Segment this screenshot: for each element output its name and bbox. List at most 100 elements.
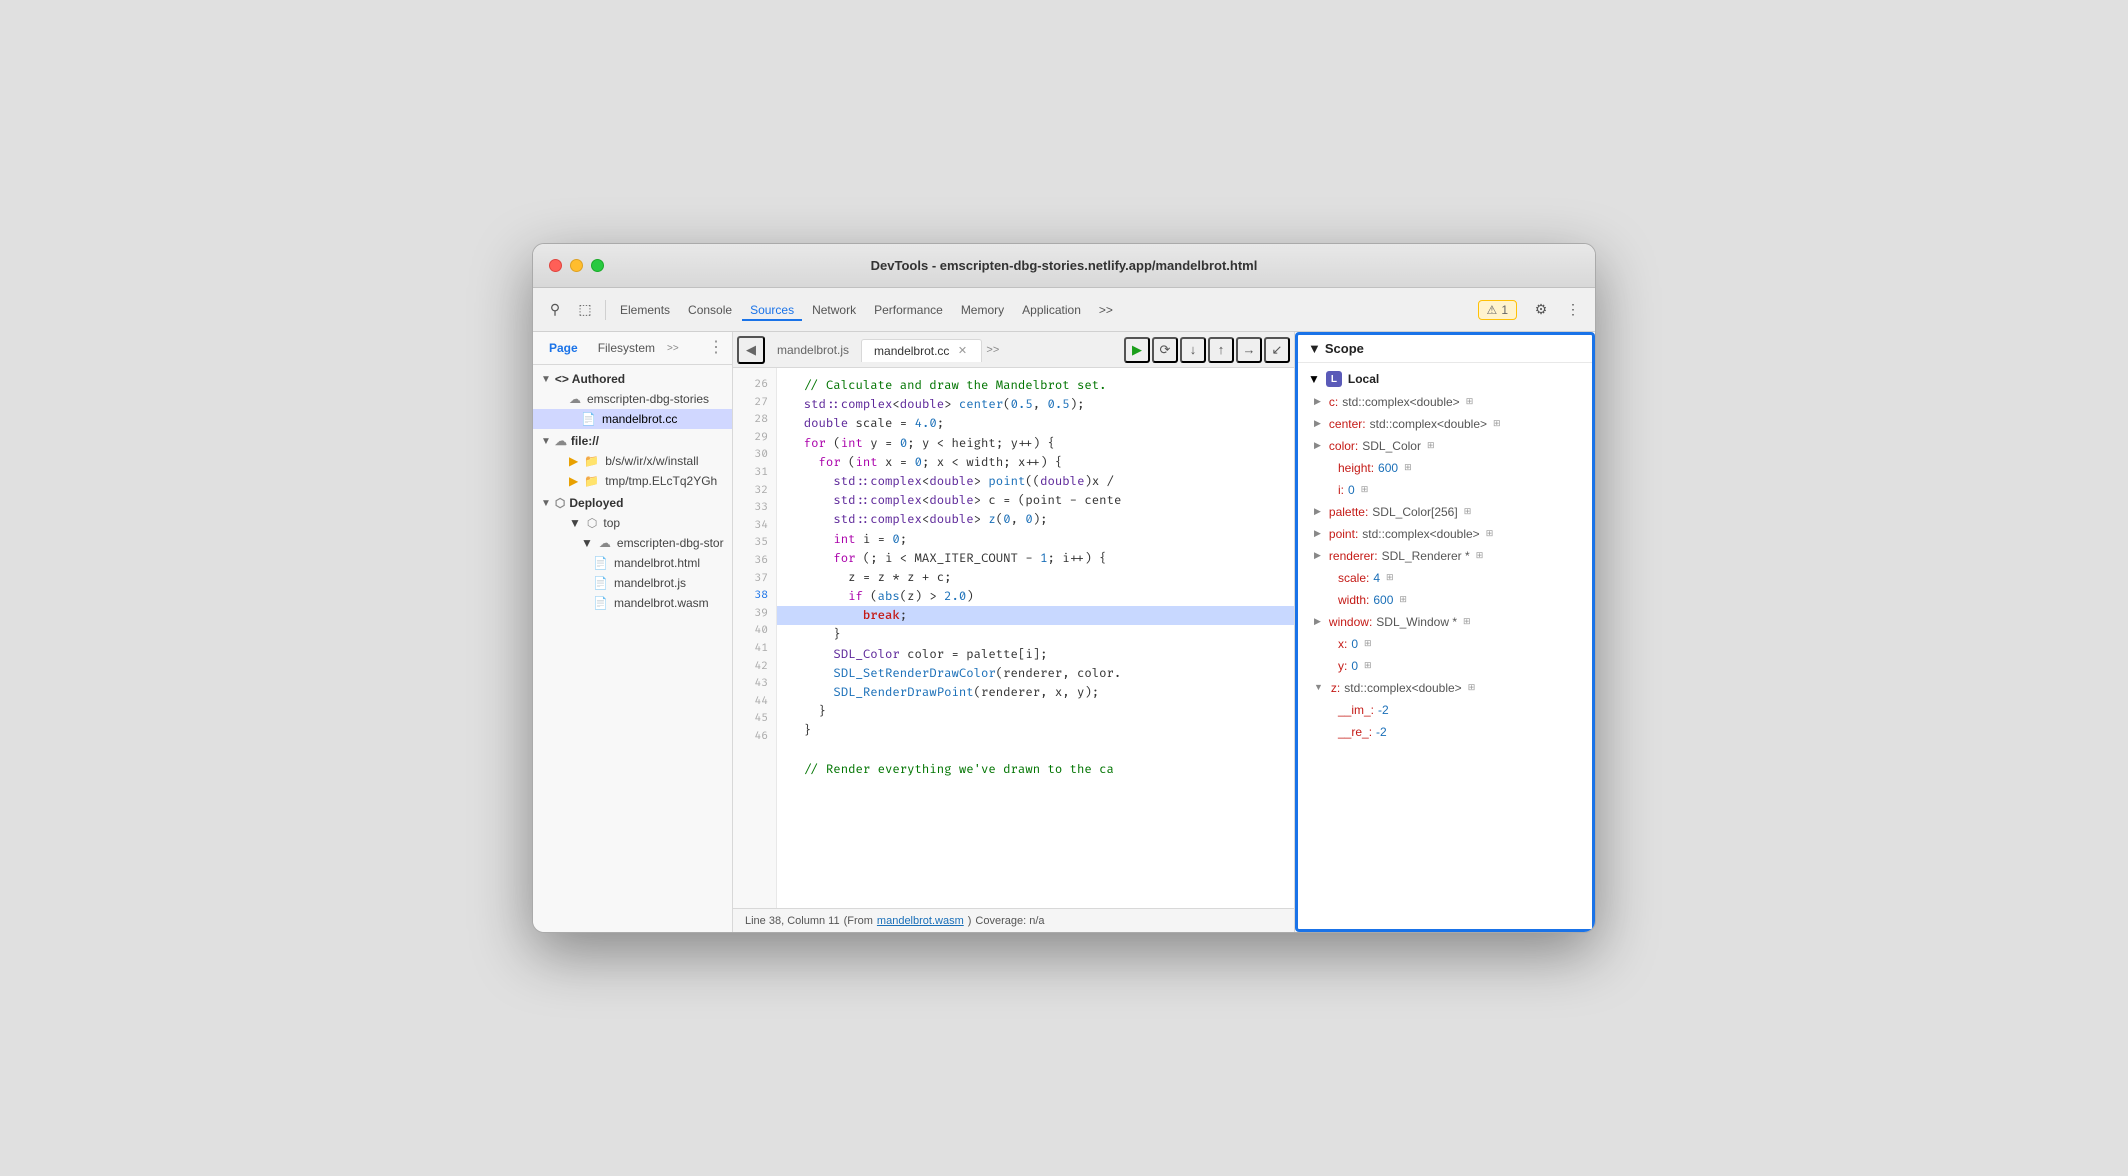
status-file[interactable]: mandelbrot.wasm <box>877 915 964 927</box>
performance-tab[interactable]: Performance <box>866 299 951 321</box>
step-over-btn[interactable]: ⟳ <box>1152 337 1178 363</box>
code-tab-js[interactable]: mandelbrot.js <box>765 339 861 361</box>
ln-46[interactable]: 46 <box>733 728 776 746</box>
scope-item-window[interactable]: ▶ window: SDL_Window * ⊞ <box>1298 611 1592 633</box>
scope-subitem-re[interactable]: __re_: -2 <box>1298 721 1592 743</box>
sidebar-tab-filesystem[interactable]: Filesystem <box>590 338 663 358</box>
ln-40[interactable]: 40 <box>733 622 776 640</box>
resume-btn[interactable]: ▶ <box>1124 337 1150 363</box>
scope-item-c[interactable]: ▶ c: std::complex<double> ⊞ <box>1298 391 1592 413</box>
scope-item-center[interactable]: ▶ center: std::complex<double> ⊞ <box>1298 413 1592 435</box>
tree-item-install[interactable]: ▶ 📁 b/s/w/ir/x/w/install <box>533 451 732 471</box>
ln-31[interactable]: 31 <box>733 464 776 482</box>
scope-item-color[interactable]: ▶ color: SDL_Color ⊞ <box>1298 435 1592 457</box>
code-line-32[interactable]: std::complex<double> c = (point - cente <box>777 491 1294 510</box>
scope-item-i[interactable]: i: 0 ⊞ <box>1298 479 1592 501</box>
code-line-42[interactable]: SDL_RenderDrawPoint(renderer, x, y); <box>777 683 1294 702</box>
deployed-header[interactable]: ▼ ⬡ Deployed <box>533 493 732 513</box>
ln-29[interactable]: 29 <box>733 429 776 447</box>
network-tab[interactable]: Network <box>804 299 864 321</box>
sources-tab[interactable]: Sources <box>742 299 802 321</box>
ln-33[interactable]: 33 <box>733 499 776 517</box>
tree-item-emscripten-deployed[interactable]: ▼ ☁ emscripten-dbg-stor <box>533 533 732 553</box>
code-line-26[interactable]: // Calculate and draw the Mandelbrot set… <box>777 376 1294 395</box>
code-line-28[interactable]: double scale = 4.0; <box>777 414 1294 433</box>
minimize-button[interactable] <box>570 259 583 272</box>
scope-item-y[interactable]: y: 0 ⊞ <box>1298 655 1592 677</box>
more-panels-btn[interactable]: >> <box>1091 299 1121 321</box>
memory-tab[interactable]: Memory <box>953 299 1012 321</box>
settings-btn[interactable]: ⚙ <box>1527 296 1555 324</box>
scope-item-point[interactable]: ▶ point: std::complex<double> ⊞ <box>1298 523 1592 545</box>
code-line-34[interactable]: int i = 0; <box>777 530 1294 549</box>
code-line-35[interactable]: for (; i < MAX_ITER_COUNT - 1; i++) { <box>777 549 1294 568</box>
code-line-40[interactable]: SDL_Color color = palette[i]; <box>777 645 1294 664</box>
code-line-29[interactable]: for (int y = 0; y < height; y++) { <box>777 434 1294 453</box>
authored-header[interactable]: ▼ <> Authored <box>533 369 732 389</box>
code-line-38[interactable]: break; <box>777 606 1294 625</box>
tree-item-mandelbrot-cc[interactable]: 📄 mandelbrot.cc <box>533 409 732 429</box>
ln-30[interactable]: 30 <box>733 446 776 464</box>
code-line-41[interactable]: SDL_SetRenderDrawColor(renderer, color. <box>777 664 1294 683</box>
ln-27[interactable]: 27 <box>733 394 776 412</box>
code-line-39[interactable]: } <box>777 625 1294 644</box>
scope-item-renderer[interactable]: ▶ renderer: SDL_Renderer * ⊞ <box>1298 545 1592 567</box>
elements-tab[interactable]: Elements <box>612 299 678 321</box>
code-tab-cc[interactable]: mandelbrot.cc ✕ <box>861 339 982 362</box>
ln-42[interactable]: 42 <box>733 658 776 676</box>
code-line-33[interactable]: std::complex<double> z(0, 0); <box>777 510 1294 529</box>
scope-item-scale[interactable]: scale: 4 ⊞ <box>1298 567 1592 589</box>
ln-44[interactable]: 44 <box>733 693 776 711</box>
ln-38[interactable]: 38 <box>733 587 776 605</box>
ln-35[interactable]: 35 <box>733 534 776 552</box>
ln-28[interactable]: 28 <box>733 411 776 429</box>
step-out-btn[interactable]: ↑ <box>1208 337 1234 363</box>
tree-item-top[interactable]: ▼ ⬡ top <box>533 513 732 533</box>
sidebar-tab-page[interactable]: Page <box>541 338 586 358</box>
ln-34[interactable]: 34 <box>733 517 776 535</box>
code-line-46[interactable]: // Render everything we've drawn to the … <box>777 760 1294 779</box>
console-tab[interactable]: Console <box>680 299 740 321</box>
scope-local-header[interactable]: ▼ L Local <box>1298 367 1592 391</box>
ln-39[interactable]: 39 <box>733 605 776 623</box>
device-icon-btn[interactable]: ⬚ <box>571 296 599 324</box>
scope-subitem-im[interactable]: __im_: -2 <box>1298 699 1592 721</box>
tree-item-mandelbrot-html[interactable]: 📄 mandelbrot.html <box>533 553 732 573</box>
code-tab-more[interactable]: >> <box>986 344 999 356</box>
tree-item-mandelbrot-js[interactable]: 📄 mandelbrot.js <box>533 573 732 593</box>
code-line-31[interactable]: std::complex<double> point((double)x / <box>777 472 1294 491</box>
code-line-43[interactable]: } <box>777 702 1294 721</box>
more-menu-btn[interactable]: ⋮ <box>1559 296 1587 324</box>
ln-37[interactable]: 37 <box>733 570 776 588</box>
ln-36[interactable]: 36 <box>733 552 776 570</box>
code-line-30[interactable]: for (int x = 0; x < width; x++) { <box>777 453 1294 472</box>
application-tab[interactable]: Application <box>1014 299 1089 321</box>
scope-item-z[interactable]: ▼ z: std::complex<double> ⊞ <box>1298 677 1592 699</box>
scope-item-palette[interactable]: ▶ palette: SDL_Color[256] ⊞ <box>1298 501 1592 523</box>
close-button[interactable] <box>549 259 562 272</box>
sidebar-tab-more[interactable]: >> <box>667 343 679 354</box>
step-into-btn[interactable]: ↓ <box>1180 337 1206 363</box>
code-line-36[interactable]: z = z * z + c; <box>777 568 1294 587</box>
cursor-icon-btn[interactable]: ⚲ <box>541 296 569 324</box>
scope-item-width[interactable]: width: 600 ⊞ <box>1298 589 1592 611</box>
code-line-27[interactable]: std::complex<double> center(0.5, 0.5); <box>777 395 1294 414</box>
tree-item-tmp[interactable]: ▶ 📁 tmp/tmp.ELcTq2YGh <box>533 471 732 491</box>
code-line-45[interactable] <box>777 741 1294 760</box>
code-line-44[interactable]: } <box>777 721 1294 740</box>
scope-item-x[interactable]: x: 0 ⊞ <box>1298 633 1592 655</box>
file-header[interactable]: ▼ ☁ file:// <box>533 431 732 451</box>
collapse-sidebar-btn[interactable]: ◀ <box>737 336 765 364</box>
ln-32[interactable]: 32 <box>733 482 776 500</box>
maximize-button[interactable] <box>591 259 604 272</box>
tree-item-emscripten-cloud[interactable]: ☁ emscripten-dbg-stories <box>533 389 732 409</box>
ln-26[interactable]: 26 <box>733 376 776 394</box>
ln-45[interactable]: 45 <box>733 710 776 728</box>
ln-41[interactable]: 41 <box>733 640 776 658</box>
tree-item-mandelbrot-wasm[interactable]: 📄 mandelbrot.wasm <box>533 593 732 613</box>
deactivate-btn[interactable]: ↙ <box>1264 337 1290 363</box>
ln-43[interactable]: 43 <box>733 675 776 693</box>
code-line-37[interactable]: if (abs(z) > 2.0) <box>777 587 1294 606</box>
warning-badge[interactable]: ⚠ 1 <box>1478 300 1517 320</box>
scope-item-height[interactable]: height: 600 ⊞ <box>1298 457 1592 479</box>
